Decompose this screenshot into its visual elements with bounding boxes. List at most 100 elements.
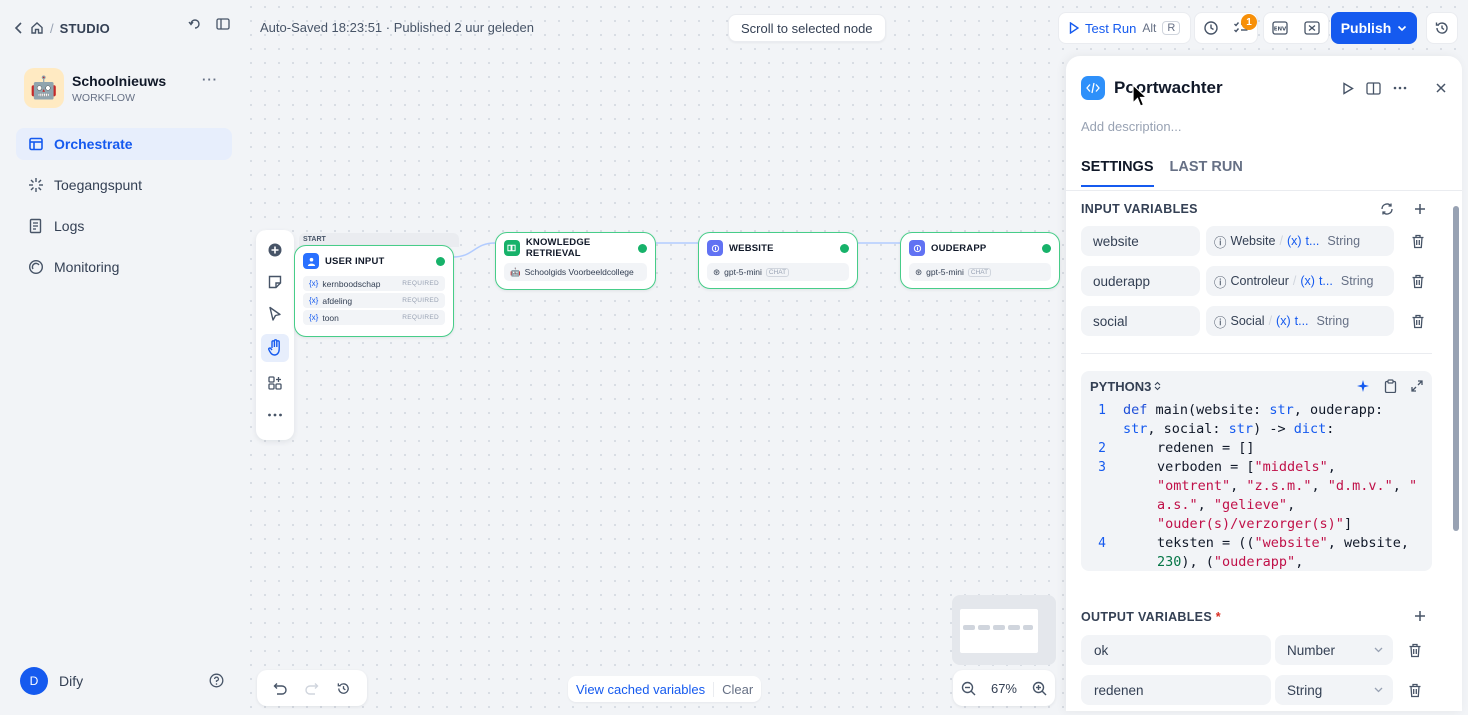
sidebar-item-orchestrate[interactable]: Orchestrate (16, 128, 232, 160)
ai-sparkle-icon[interactable] (1356, 379, 1370, 393)
add-input-variable-icon[interactable] (1413, 202, 1427, 216)
sidebar-item-toegangspunt[interactable]: Toegangspunt (16, 169, 232, 201)
variable-name-input[interactable]: ouderapp (1081, 266, 1200, 296)
chevron-down-icon (1397, 25, 1407, 32)
more-tools-icon[interactable] (261, 403, 289, 426)
ref-node: Controleur (1230, 274, 1289, 288)
sidebar-item-logs[interactable]: Logs (16, 210, 232, 242)
variable-icon[interactable] (1304, 21, 1320, 35)
variable-name-input[interactable]: social (1081, 306, 1200, 336)
redo-icon[interactable] (304, 682, 319, 695)
code-editor[interactable]: PYTHON3 1 def main(website: str, ouderapp… (1081, 371, 1432, 571)
test-run-label: Test Run (1085, 20, 1137, 36)
output-type-label: Number (1287, 642, 1336, 658)
output-type-select[interactable]: String (1275, 675, 1393, 705)
undo-redo-group (257, 670, 367, 706)
view-cached-variables-button[interactable]: View cached variables (568, 682, 713, 697)
node-title: KNOWLEDGE RETRIEVAL (525, 237, 591, 259)
input-variables-title: INPUT VARIABLES (1081, 202, 1198, 216)
variable-reference-select[interactable]: ⓘ Social / (x) t... String (1206, 306, 1394, 336)
delete-icon[interactable] (1408, 306, 1428, 336)
app-card[interactable]: 🤖 Schoolnieuws WORKFLOW ··· (24, 68, 224, 108)
code-content[interactable]: 1 def main(website: str, ouderapp: str, s… (1081, 401, 1432, 571)
user-account[interactable]: D Dify (20, 667, 228, 695)
add-output-variable-icon[interactable] (1413, 609, 1427, 623)
delete-icon[interactable] (1408, 266, 1428, 296)
chat-tag: CHAT (967, 267, 992, 277)
language-select[interactable]: PYTHON3 (1090, 379, 1151, 394)
panel-scrollbar[interactable] (1453, 206, 1459, 531)
chevron-down-icon (1374, 687, 1383, 693)
ref-type: String (1327, 234, 1361, 248)
sparkle-burst-icon (28, 177, 44, 193)
output-type-select[interactable]: Number (1275, 635, 1393, 665)
sync-icon[interactable] (1380, 202, 1394, 216)
expand-icon[interactable] (1411, 380, 1423, 392)
book-icon (504, 240, 520, 256)
more-icon[interactable] (1393, 86, 1407, 90)
delete-icon[interactable] (1405, 675, 1425, 705)
delete-icon[interactable] (1408, 226, 1428, 256)
clear-cache-button[interactable]: Clear (713, 681, 761, 697)
minimap[interactable] (952, 595, 1056, 665)
version-history-button[interactable] (1426, 12, 1458, 44)
undo-icon[interactable] (273, 682, 288, 695)
chevron-left-icon[interactable] (14, 22, 24, 34)
zoom-in-icon[interactable] (1032, 681, 1047, 696)
node-knowledge-retrieval[interactable]: KNOWLEDGE RETRIEVAL 🤖 Schoolgids Voorbee… (495, 232, 656, 290)
ref-type: String (1316, 314, 1350, 328)
var-name: afdeling (322, 295, 353, 306)
file-list-icon (28, 218, 44, 234)
delete-icon[interactable] (1405, 635, 1425, 665)
success-icon (1042, 244, 1051, 253)
switch-icon[interactable] (188, 17, 202, 31)
panel-title[interactable]: Poortwachter (1114, 78, 1223, 98)
zoom-out-icon[interactable] (961, 681, 976, 696)
divider (1066, 190, 1462, 191)
history-icon[interactable] (336, 681, 351, 696)
variable-name-input[interactable]: website (1081, 226, 1200, 256)
tab-last-run[interactable]: LAST RUN (1170, 159, 1243, 187)
variable-reference-select[interactable]: ⓘ Website / (x) t... String (1206, 226, 1394, 256)
env-icon[interactable]: ENV (1272, 21, 1288, 35)
model-badge: ⊛ gpt-5-mini CHAT (909, 263, 1051, 281)
minimap-viewport (960, 609, 1038, 653)
output-variable-row: ok Number (1081, 635, 1425, 665)
output-name-input[interactable]: ok (1081, 635, 1271, 665)
checklist-icon[interactable]: 1 (1233, 14, 1257, 36)
zoom-level[interactable]: 67% (991, 681, 1017, 696)
knowledge-base: 🤖 Schoolgids Voorbeeldcollege (504, 263, 647, 281)
layout-icon (28, 136, 44, 152)
split-view-icon[interactable] (1366, 81, 1381, 95)
more-icon[interactable]: ··· (202, 72, 218, 87)
home-icon[interactable] (30, 21, 44, 35)
history-check-icon[interactable] (1203, 20, 1219, 36)
description-input[interactable]: Add description... (1081, 119, 1181, 134)
close-icon[interactable] (1435, 82, 1447, 94)
ref-type: String (1340, 274, 1374, 288)
node-website[interactable]: WEBSITE ⊛ gpt-5-mini CHAT (698, 232, 858, 289)
output-name-input[interactable]: redenen (1081, 675, 1271, 705)
model-name: gpt-5-mini (926, 267, 964, 277)
node-ouderapp[interactable]: OUDERAPP ⊛ gpt-5-mini CHAT (900, 232, 1060, 289)
studio-link[interactable]: STUDIO (60, 21, 110, 36)
node-user-input[interactable]: USER INPUT {x} kernboodschap REQUIRED {x} a… (294, 245, 454, 337)
ref-node: Website (1230, 234, 1276, 248)
sidebar-item-monitoring[interactable]: Monitoring (16, 251, 232, 283)
sidebar-toggle-icon[interactable] (216, 17, 230, 31)
sidebar-item-label: Toegangspunt (54, 177, 142, 193)
divider (1081, 353, 1432, 354)
model-name: gpt-5-mini (724, 267, 762, 277)
run-node-icon[interactable] (1342, 81, 1354, 95)
chat-tag: CHAT (765, 267, 790, 277)
help-icon[interactable] (209, 673, 224, 688)
knowledge-name: Schoolgids Voorbeeldcollege (524, 267, 634, 277)
env-toolbar-group: ENV (1263, 12, 1329, 44)
publish-button[interactable]: Publish (1331, 12, 1417, 44)
node-settings-panel: Poortwachter Add description... SETTINGS… (1066, 56, 1462, 711)
clipboard-icon[interactable] (1384, 379, 1397, 393)
variable-reference-select[interactable]: ⓘ Controleur / (x) t... String (1206, 266, 1394, 296)
sort-icon (1154, 381, 1161, 391)
user-icon (303, 253, 319, 269)
tab-settings[interactable]: SETTINGS (1081, 159, 1154, 187)
